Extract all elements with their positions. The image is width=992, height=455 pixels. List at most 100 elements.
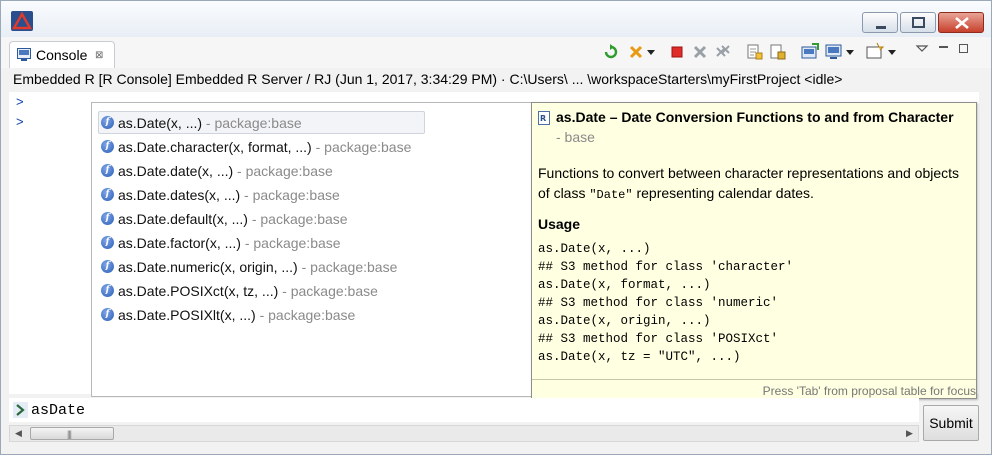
new-console-icon[interactable]	[865, 42, 885, 62]
proposal-item[interactable]: f as.Date.numeric(x, origin, ...) - packa…	[98, 255, 425, 278]
scroll-lock-icon[interactable]	[768, 42, 788, 62]
proposal-item[interactable]: f as.Date.character(x, format, ...) - pac…	[98, 135, 425, 158]
display-console-dropdown-icon[interactable]	[845, 42, 855, 62]
restore-icon	[912, 17, 925, 28]
proposal-name: as.Date.dates(x, ...)	[118, 187, 241, 203]
remove-all-icon[interactable]	[713, 42, 733, 62]
proposal-item[interactable]: f as.Date.POSIXct(x, tz, ...) - package:b…	[98, 279, 425, 302]
svg-text:R: R	[540, 114, 546, 123]
run-icon[interactable]	[601, 42, 621, 62]
new-console-dropdown-icon[interactable]	[887, 42, 897, 62]
proposal-package: - package:base	[297, 259, 398, 275]
display-console-icon[interactable]	[824, 42, 844, 62]
scroll-left-icon[interactable]: ◀	[12, 428, 25, 439]
tab-console-label: Console	[36, 47, 88, 63]
doc-usage-code: as.Date(x, ...) ## S3 method for class 'c…	[538, 240, 793, 366]
title-bar	[1, 1, 991, 37]
doc-desc-text: representing calendar dates.	[632, 185, 814, 201]
close-icon	[955, 17, 969, 29]
function-icon: f	[101, 260, 114, 273]
proposal-item[interactable]: f as.Date.POSIXlt(x, ...) - package:base	[98, 303, 425, 326]
function-icon: f	[101, 164, 114, 177]
doc-desc-code: "Date"	[589, 188, 633, 202]
function-icon: f	[101, 236, 114, 249]
tab-console[interactable]: Console ⊠	[9, 41, 115, 68]
proposal-name: as.Date.factor(x, ...)	[118, 235, 241, 251]
proposal-label: as.Date.date(x, ...) - package:base	[118, 163, 333, 179]
doc-title: as.Date – Date Conversion Functions to a…	[556, 109, 954, 125]
proposal-label: as.Date.numeric(x, origin, ...) - packag…	[118, 259, 397, 275]
proposal-name: as.Date.default(x, ...)	[118, 211, 248, 227]
usage-line: ## S3 method for class 'numeric'	[538, 296, 779, 310]
usage-line: as.Date(x, ...)	[538, 242, 651, 256]
proposal-package: - package:base	[240, 235, 341, 251]
console-prompt: >	[16, 114, 24, 129]
proposal-package: - package:base	[240, 187, 340, 203]
scrollbar-thumb[interactable]: |||	[30, 427, 114, 440]
proposal-label: as.Date.dates(x, ...) - package:base	[118, 187, 340, 203]
usage-line: ## S3 method for class 'character'	[538, 260, 794, 274]
close-window-button[interactable]	[938, 12, 984, 33]
proposal-item[interactable]: f as.Date.dates(x, ...) - package:base	[98, 183, 425, 206]
proposal-label: as.Date.factor(x, ...) - package:base	[118, 235, 341, 251]
function-icon: f	[101, 284, 114, 297]
minimize-icon	[876, 26, 886, 29]
console-input-row	[9, 398, 919, 422]
function-icon: f	[101, 308, 114, 321]
content-assist-proposals[interactable]: f as.Date(x, ...) - package:base f as.Date.…	[91, 102, 532, 397]
proposal-label: as.Date(x, ...) - package:base	[118, 115, 302, 131]
proposal-label: as.Date.character(x, format, ...) - pack…	[118, 139, 411, 155]
proposal-item[interactable]: f as.Date.date(x, ...) - package:base	[98, 159, 425, 182]
function-icon: f	[101, 188, 114, 201]
proposal-label: as.Date.default(x, ...) - package:base	[118, 211, 348, 227]
doc-package: - base	[556, 129, 595, 145]
prompt-chevron-icon	[13, 402, 28, 418]
remove-launch-icon[interactable]	[690, 42, 710, 62]
cancel-dropdown-icon[interactable]	[646, 42, 656, 62]
usage-line: as.Date(x, format, ...)	[538, 278, 711, 292]
proposal-label: as.Date.POSIXlt(x, ...) - package:base	[118, 307, 355, 323]
proposal-package: - package:base	[278, 283, 378, 299]
grip-icon: |||	[67, 429, 72, 439]
view-tab-row: Console ⊠	[1, 37, 991, 68]
proposal-name: as.Date.date(x, ...)	[118, 163, 234, 179]
usage-line: as.Date(x, origin, ...)	[538, 314, 711, 328]
console-prompt: >	[16, 94, 24, 109]
minimize-view-icon[interactable]	[937, 42, 951, 62]
terminate-icon[interactable]	[667, 42, 687, 62]
view-menu-icon[interactable]	[915, 42, 929, 62]
proposal-name: as.Date.POSIXlt(x, ...)	[118, 307, 256, 323]
proposal-package: - package:base	[311, 139, 412, 155]
console-toolbar	[599, 42, 989, 64]
usage-line: ## S3 method for class 'POSIXct'	[538, 332, 779, 346]
doc-focus-hint: Press 'Tab' from proposal table for focu…	[762, 384, 976, 398]
usage-line: as.Date(x, tz = "UTC", ...)	[538, 350, 741, 364]
function-icon: f	[101, 140, 114, 153]
doc-footer: Press 'Tab' from proposal table for focu…	[532, 379, 976, 398]
pin-console-icon[interactable]	[800, 42, 820, 62]
submit-button[interactable]: Submit	[923, 405, 979, 441]
r-help-icon: R	[538, 111, 550, 125]
proposal-package: - package:base	[202, 115, 302, 131]
maximize-view-icon[interactable]	[957, 42, 971, 62]
proposal-package: - package:base	[255, 307, 356, 323]
doc-usage-heading: Usage	[538, 216, 581, 232]
app-logo-icon	[11, 11, 33, 31]
proposal-name: as.Date.character(x, format, ...)	[118, 139, 312, 155]
proposal-name: as.Date.numeric(x, origin, ...)	[118, 259, 298, 275]
console-input[interactable]	[31, 399, 911, 421]
horizontal-scrollbar[interactable]: ◀ ||| ▶	[9, 425, 919, 442]
proposal-item[interactable]: f as.Date.default(x, ...) - package:base	[98, 207, 425, 230]
function-icon: f	[101, 212, 114, 225]
proposal-name: as.Date.POSIXct(x, tz, ...)	[118, 283, 279, 299]
clear-console-icon[interactable]	[745, 42, 765, 62]
cancel-icon[interactable]	[626, 42, 646, 62]
proposal-item[interactable]: f as.Date(x, ...) - package:base	[98, 111, 425, 134]
doc-description: Functions to convert between character r…	[538, 163, 968, 205]
scroll-right-icon[interactable]: ▶	[903, 428, 916, 439]
proposal-item[interactable]: f as.Date.factor(x, ...) - package:base	[98, 231, 425, 254]
proposal-label: as.Date.POSIXct(x, tz, ...) - package:ba…	[118, 283, 378, 299]
tab-close-icon[interactable]: ⊠	[95, 50, 103, 61]
minimize-button[interactable]	[862, 12, 898, 33]
maximize-button[interactable]	[900, 12, 936, 33]
